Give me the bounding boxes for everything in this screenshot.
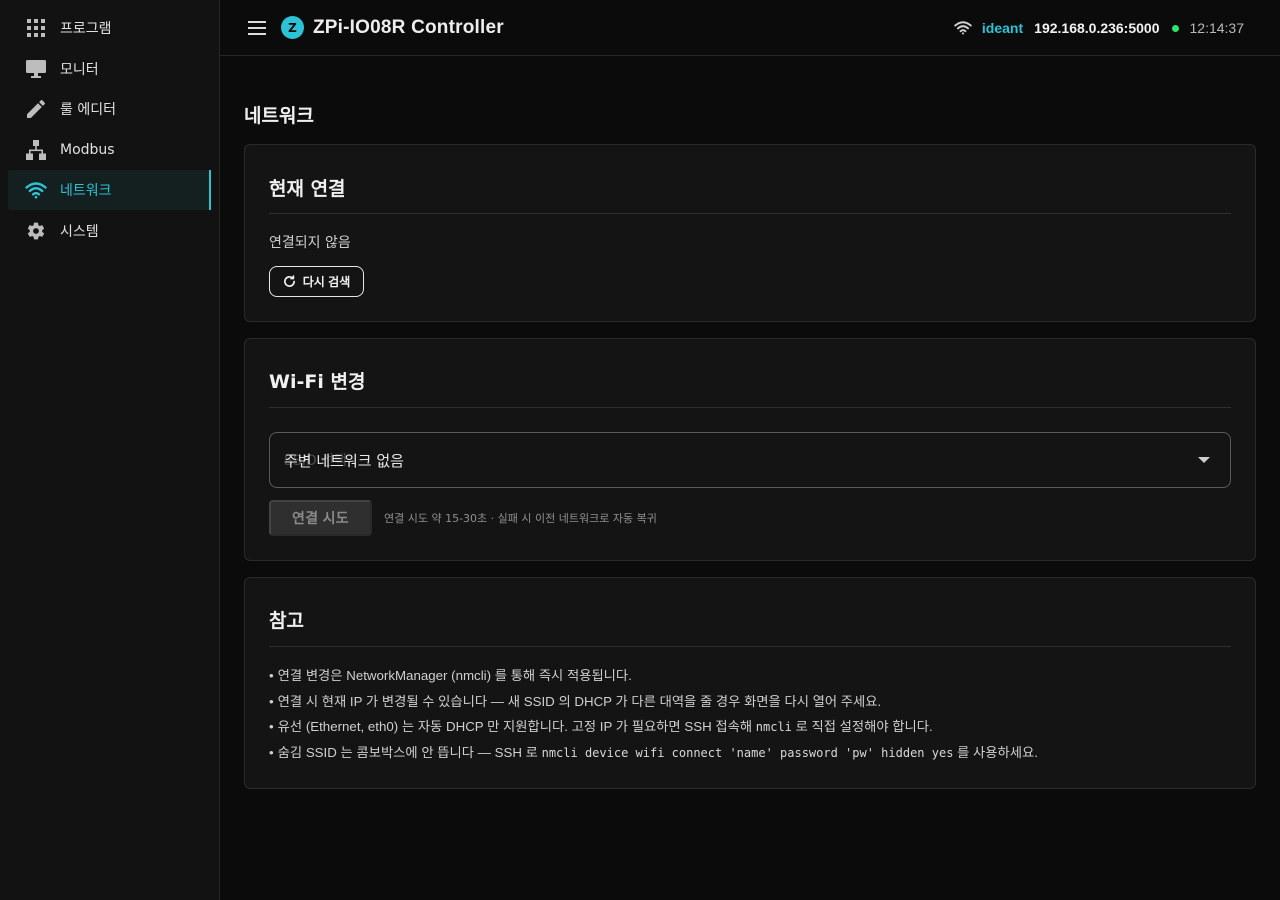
online-status-dot: [1171, 24, 1179, 32]
device-address: 192.168.0.236:5000: [1034, 20, 1160, 36]
card-title: 참고: [269, 610, 304, 632]
divider: [269, 646, 1231, 647]
sidebar-item-system[interactable]: 시스템: [8, 211, 211, 251]
hamburger-menu-icon[interactable]: [245, 16, 269, 40]
ssid-select-value: 주변 네트워크 없음: [284, 451, 404, 470]
sidebar-item-network[interactable]: 네트워크: [8, 170, 211, 210]
rescan-label: 다시 검색: [302, 275, 351, 289]
divider: [269, 213, 1231, 214]
sidebar-item-label: 네트워크: [60, 183, 112, 199]
note-text: 숨김 SSID 는 콤보박스에 안 뜹니다 — SSH 로: [277, 744, 542, 760]
note-code: nmcli device wifi connect 'name' passwor…: [541, 745, 954, 760]
logo-letter: Z: [288, 20, 297, 35]
sidebar-item-monitor[interactable]: 모니터: [8, 49, 211, 89]
card-title: Wi-Fi 변경: [269, 371, 366, 393]
network-tree-icon: [24, 138, 48, 162]
note-text: 연결 시 현재 IP 가 변경될 수 있습니다 — 새 SSID 의 DHCP …: [277, 693, 882, 709]
pencil-icon: [24, 97, 48, 121]
list-item: • 유선 (Ethernet, eth0) 는 자동 DHCP 만 지원합니다. …: [269, 719, 933, 734]
sidebar-item-modbus[interactable]: Modbus: [8, 130, 211, 170]
sidebar-item-label: 모니터: [60, 61, 99, 78]
sidebar-item-label: Modbus: [60, 141, 115, 158]
list-item: • 숨김 SSID 는 콤보박스에 안 뜹니다 — SSH 로 nmcli dev…: [269, 744, 1038, 760]
list-item: • 연결 변경은 NetworkManager (nmcli) 를 통해 즉시 적…: [269, 668, 632, 683]
card-title: 현재 연결: [269, 178, 346, 200]
sidebar-item-label: 프로그램: [60, 21, 112, 37]
list-item: • 연결 시 현재 IP 가 변경될 수 있습니다 — 새 SSID 의 DHCP…: [269, 693, 882, 709]
current-connection-card: 현재 연결 연결되지 않음 다시 검색: [244, 144, 1256, 322]
wifi-icon: [24, 178, 48, 202]
top-bar: Z ZPi-IO08R Controller ideant 192.168.0.…: [220, 0, 1280, 56]
note-text: 로 직접 설정해야 합니다.: [791, 719, 933, 734]
note-text: 를 사용하세요.: [953, 744, 1038, 760]
current-ssid: ideant: [981, 20, 1024, 36]
divider: [269, 407, 1231, 408]
rescan-button[interactable]: 다시 검색: [269, 266, 364, 297]
clock: 12:14:37: [1189, 20, 1245, 36]
connection-status-text: 연결되지 않음: [269, 235, 351, 251]
chevron-down-icon: [1198, 457, 1210, 463]
sidebar-item-label: 시스템: [60, 223, 99, 240]
connect-button[interactable]: 연결 시도: [269, 500, 372, 536]
notes-card: 참고 • 연결 변경은 NetworkManager (nmcli) 를 통해 즉…: [244, 577, 1256, 789]
gear-icon: [24, 219, 48, 243]
note-text: 연결 변경은 NetworkManager (nmcli) 를 통해 즉시 적용…: [277, 668, 632, 683]
note-code: nmcli: [755, 720, 792, 734]
grid-icon: [24, 16, 48, 40]
page-title: 네트워크: [244, 105, 314, 127]
refresh-icon: [283, 275, 296, 288]
notes-list: • 연결 변경은 NetworkManager (nmcli) 를 통해 즉시 적…: [269, 663, 1038, 765]
sidebar-item-rule-editor[interactable]: 룰 에디터: [8, 89, 211, 129]
connection-status: ideant 192.168.0.236:5000 12:14:37: [954, 0, 1244, 56]
sidebar-item-program[interactable]: 프로그램: [8, 8, 211, 48]
app-logo: Z: [281, 16, 304, 39]
sidebar: 프로그램 모니터 룰 에디터 Modbus 네트워크 시스템: [0, 0, 220, 900]
ssid-select[interactable]: SSID 선택 주변 네트워크 없음: [269, 432, 1231, 488]
sidebar-item-label: 룰 에디터: [60, 102, 116, 118]
note-text: 유선 (Ethernet, eth0) 는 자동 DHCP 만 지원합니다. 고…: [277, 719, 756, 734]
wifi-signal-icon: [954, 21, 972, 35]
wifi-change-card: Wi-Fi 변경 SSID 선택 주변 네트워크 없음 연결 시도 연결 시도 …: [244, 338, 1256, 561]
monitor-icon: [24, 57, 48, 81]
app-title: ZPi-IO08R Controller: [313, 16, 504, 38]
connect-hint: 연결 시도 약 15-30초 · 실패 시 이전 네트워크로 자동 복귀: [384, 512, 657, 525]
